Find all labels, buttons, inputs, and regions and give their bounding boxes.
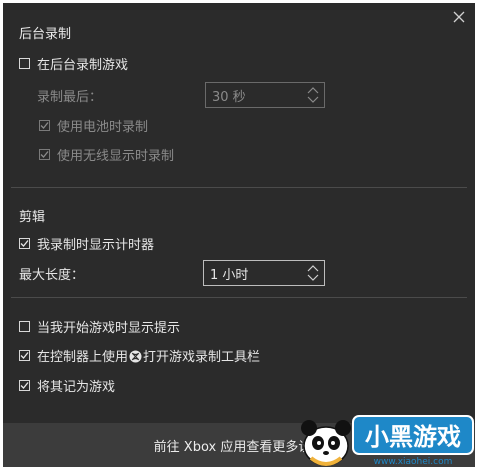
divider: [11, 297, 467, 298]
controller-open-checkbox[interactable]: 在控制器上使用 打开游戏录制工具栏: [19, 345, 260, 365]
checkbox-checked: [19, 379, 30, 391]
max-length-label: 最大长度：: [19, 267, 85, 283]
record-last-label: 录制最后：: [37, 89, 103, 105]
divider: [11, 187, 467, 188]
up-down-arrows-icon: [307, 87, 319, 103]
checkbox-checked-disabled: [39, 148, 50, 160]
record-in-background-checkbox[interactable]: 在后台录制游戏: [19, 53, 128, 73]
controller-open-suffix: 打开游戏录制工具栏: [143, 349, 261, 365]
xiaohei-watermark-logo: 小黑游戏 www.xiaohei.com: [301, 415, 474, 467]
max-length-label-row: 最大长度：: [19, 263, 84, 283]
use-battery-checkbox[interactable]: 使用电池时录制: [39, 115, 148, 135]
controller-open-prefix: 在控制器上使用: [37, 349, 129, 365]
checkbox-checked: [19, 349, 30, 361]
record-in-background-label: 在后台录制游戏: [37, 57, 129, 73]
record-last-value: 30 秒: [212, 89, 246, 105]
remember-game-checkbox[interactable]: 将其记为游戏: [19, 375, 115, 395]
controller-open-label: 在控制器上使用 打开游戏录制工具栏: [37, 346, 260, 365]
show-timer-checkbox[interactable]: 我录制时显示计时器: [19, 233, 154, 253]
use-wireless-display-checkbox[interactable]: 使用无线显示时录制: [39, 144, 174, 164]
remember-game-label: 将其记为游戏: [37, 379, 116, 395]
close-button[interactable]: [451, 9, 467, 25]
up-down-arrows-icon: [307, 265, 319, 281]
checkbox-empty: [19, 320, 30, 332]
show-tips-label: 当我开始游戏时显示提示: [37, 320, 181, 336]
checkbox-checked: [19, 237, 30, 249]
xbox-button-icon: [129, 350, 142, 362]
clips-title: 剪辑: [19, 210, 46, 225]
max-length-select[interactable]: 1 小时: [203, 260, 325, 286]
show-tips-checkbox[interactable]: 当我开始游戏时显示提示: [19, 316, 180, 336]
checkbox-empty: [19, 57, 30, 69]
record-last-label-row: 录制最后：: [37, 85, 102, 105]
background-recording-title: 后台录制: [19, 27, 72, 42]
use-wireless-display-label: 使用无线显示时录制: [57, 148, 175, 164]
svg-text:www.xiaohei.com: www.xiaohei.com: [374, 457, 453, 467]
show-timer-label: 我录制时显示计时器: [37, 237, 155, 253]
game-dvr-settings-dialog: 后台录制 在后台录制游戏 录制最后： 30 秒 使用电池时录制 使用无线显示时录…: [3, 3, 475, 467]
close-icon: [453, 11, 465, 23]
record-last-select[interactable]: 30 秒: [205, 82, 325, 108]
svg-text:小黑游戏: 小黑游戏: [365, 423, 461, 451]
checkbox-checked-disabled: [39, 119, 50, 131]
max-length-value: 1 小时: [210, 267, 249, 283]
use-battery-label: 使用电池时录制: [57, 119, 149, 135]
